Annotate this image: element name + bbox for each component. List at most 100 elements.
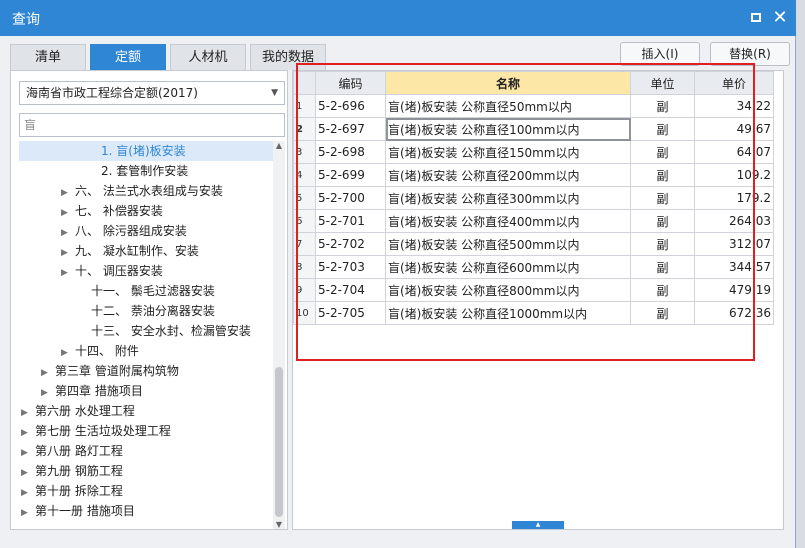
expand-arrow-icon[interactable]: ▶ [41,363,53,383]
table-row[interactable]: 2 5-2-697 盲(堵)板安装 公称直径100mm以内副 49.67 [293,117,774,141]
cell-unit[interactable]: 副 [630,209,695,233]
cell-name[interactable]: 盲(堵)板安装 公称直径300mm以内 [385,186,631,210]
cell-code[interactable]: 5-2-703 [315,255,386,279]
table-row[interactable]: 10 5-2-705 盲(堵)板安装 公称直径1000mm以内副 672.36 [293,301,774,325]
search-input[interactable]: 盲 [19,113,285,137]
cell-name[interactable]: 盲(堵)板安装 公称直径50mm以内 [385,94,631,118]
row-number[interactable]: 5 [293,186,316,210]
tree-item[interactable]: ▶ 八、 除污器组成安装 [19,221,277,241]
header-unit[interactable]: 单位 [630,71,695,95]
tree-item[interactable]: ▶ 第九册 钢筋工程 [19,461,277,481]
tab-bill[interactable]: 清单 [10,44,86,70]
table-row[interactable]: 6 5-2-701 盲(堵)板安装 公称直径400mm以内副 264.03 [293,209,774,233]
cell-code[interactable]: 5-2-704 [315,278,386,302]
cell-unit[interactable]: 副 [630,232,695,256]
cell-price[interactable]: 179.2 [694,186,774,210]
tree-scrollbar[interactable]: ▲ ▼ [273,141,285,529]
header-price[interactable]: 单价 [694,71,774,95]
table-row[interactable]: 1 5-2-696 盲(堵)板安装 公称直径50mm以内副 34.22 [293,94,774,118]
expand-arrow-icon[interactable]: ▶ [21,443,33,463]
table-row[interactable]: 9 5-2-704 盲(堵)板安装 公称直径800mm以内副 479.19 [293,278,774,302]
tree-item[interactable]: ▶ 十、 调压器安装 [19,261,277,281]
expand-arrow-icon[interactable]: ▶ [61,183,73,203]
header-name[interactable]: 名称 [385,71,631,95]
tree-item[interactable]: ▶ 第三章 管道附属构筑物 [19,361,277,381]
cell-unit[interactable]: 副 [630,163,695,187]
cell-code[interactable]: 5-2-702 [315,232,386,256]
cell-name[interactable]: 盲(堵)板安装 公称直径200mm以内 [385,163,631,187]
expand-arrow-icon[interactable]: ▶ [21,423,33,443]
cell-unit[interactable]: 副 [630,278,695,302]
cell-code[interactable]: 5-2-700 [315,186,386,210]
cell-price[interactable]: 109.2 [694,163,774,187]
row-number[interactable]: 3 [293,140,316,164]
cell-unit[interactable]: 副 [630,140,695,164]
tree-item[interactable]: 2. 套管制作安装 [19,161,277,181]
cell-name[interactable]: 盲(堵)板安装 公称直径1000mm以内 [385,301,631,325]
cell-name[interactable]: 盲(堵)板安装 公称直径800mm以内 [385,278,631,302]
row-number[interactable]: 10 [293,301,316,325]
header-code[interactable]: 编码 [315,71,386,95]
tree-item[interactable]: ▶ 第四章 措施项目 [19,381,277,401]
cell-unit[interactable]: 副 [630,94,695,118]
cell-name[interactable]: 盲(堵)板安装 公称直径500mm以内 [385,232,631,256]
tree-item[interactable]: 十一、 鬃毛过滤器安装 [19,281,277,301]
maximize-icon[interactable] [746,8,766,28]
cell-code[interactable]: 5-2-705 [315,301,386,325]
cell-code[interactable]: 5-2-698 [315,140,386,164]
tree-item[interactable]: 1. 盲(堵)板安装 [19,141,277,161]
cell-price[interactable]: 672.36 [694,301,774,325]
table-row[interactable]: 3 5-2-698 盲(堵)板安装 公称直径150mm以内副 64.07 [293,140,774,164]
cell-price[interactable]: 49.67 [694,117,774,141]
expand-arrow-icon[interactable]: ▶ [61,223,73,243]
cell-price[interactable]: 34.22 [694,94,774,118]
replace-button[interactable]: 替换(R) [710,42,790,66]
cell-unit[interactable]: 副 [630,255,695,279]
table-row[interactable]: 5 5-2-700 盲(堵)板安装 公称直径300mm以内副 179.2 [293,186,774,210]
expand-arrow-icon[interactable]: ▶ [21,463,33,483]
scroll-up-icon[interactable]: ▲ [273,141,285,150]
expand-arrow-icon[interactable]: ▶ [61,263,73,283]
cell-price[interactable]: 344.57 [694,255,774,279]
table-row[interactable]: 8 5-2-703 盲(堵)板安装 公称直径600mm以内副 344.57 [293,255,774,279]
cell-code[interactable]: 5-2-701 [315,209,386,233]
panel-splitter-handle[interactable]: ▲ [512,521,564,529]
expand-arrow-icon[interactable]: ▶ [61,203,73,223]
row-number[interactable]: 9 [293,278,316,302]
tree-item[interactable]: ▶ 第八册 路灯工程 [19,441,277,461]
tree-item[interactable]: ▶ 第十一册 措施项目 [19,501,277,521]
row-number[interactable]: 8 [293,255,316,279]
cell-price[interactable]: 312.07 [694,232,774,256]
cell-name[interactable]: 盲(堵)板安装 公称直径600mm以内 [385,255,631,279]
tab-my-data[interactable]: 我的数据 [250,44,326,70]
chevron-down-icon[interactable]: ▼ [271,82,278,104]
tree-item[interactable]: ▶ 十四、 附件 [19,341,277,361]
tree-item[interactable]: 十二、 萘油分离器安装 [19,301,277,321]
cell-unit[interactable]: 副 [630,301,695,325]
row-number[interactable]: 1 [293,94,316,118]
cell-name[interactable]: 盲(堵)板安装 公称直径100mm以内 [385,117,631,141]
cell-price[interactable]: 264.03 [694,209,774,233]
table-row[interactable]: 4 5-2-699 盲(堵)板安装 公称直径200mm以内副 109.2 [293,163,774,187]
tree-item[interactable]: ▶ 第十册 拆除工程 [19,481,277,501]
insert-button[interactable]: 插入(I) [620,42,700,66]
row-number[interactable]: 4 [293,163,316,187]
row-number[interactable]: 6 [293,209,316,233]
cell-code[interactable]: 5-2-699 [315,163,386,187]
tree-item[interactable]: ▶ 七、 补偿器安装 [19,201,277,221]
scroll-down-icon[interactable]: ▼ [273,520,285,529]
row-number[interactable]: 7 [293,232,316,256]
tree-item[interactable]: ▶ 第七册 生活垃圾处理工程 [19,421,277,441]
row-number[interactable]: 2 [293,117,316,141]
expand-arrow-icon[interactable]: ▶ [21,503,33,523]
close-icon[interactable]: ✕ [770,8,790,28]
library-select[interactable]: 海南省市政工程综合定额(2017) ▼ [19,81,285,105]
tree-item[interactable]: ▶ 六、 法兰式水表组成与安装 [19,181,277,201]
expand-arrow-icon[interactable]: ▶ [41,383,53,403]
expand-arrow-icon[interactable]: ▶ [21,483,33,503]
cell-price[interactable]: 64.07 [694,140,774,164]
expand-arrow-icon[interactable]: ▶ [61,243,73,263]
cell-code[interactable]: 5-2-696 [315,94,386,118]
tree-item[interactable]: ▶ 第六册 水处理工程 [19,401,277,421]
tree-item[interactable]: 十三、 安全水封、检漏管安装 [19,321,277,341]
